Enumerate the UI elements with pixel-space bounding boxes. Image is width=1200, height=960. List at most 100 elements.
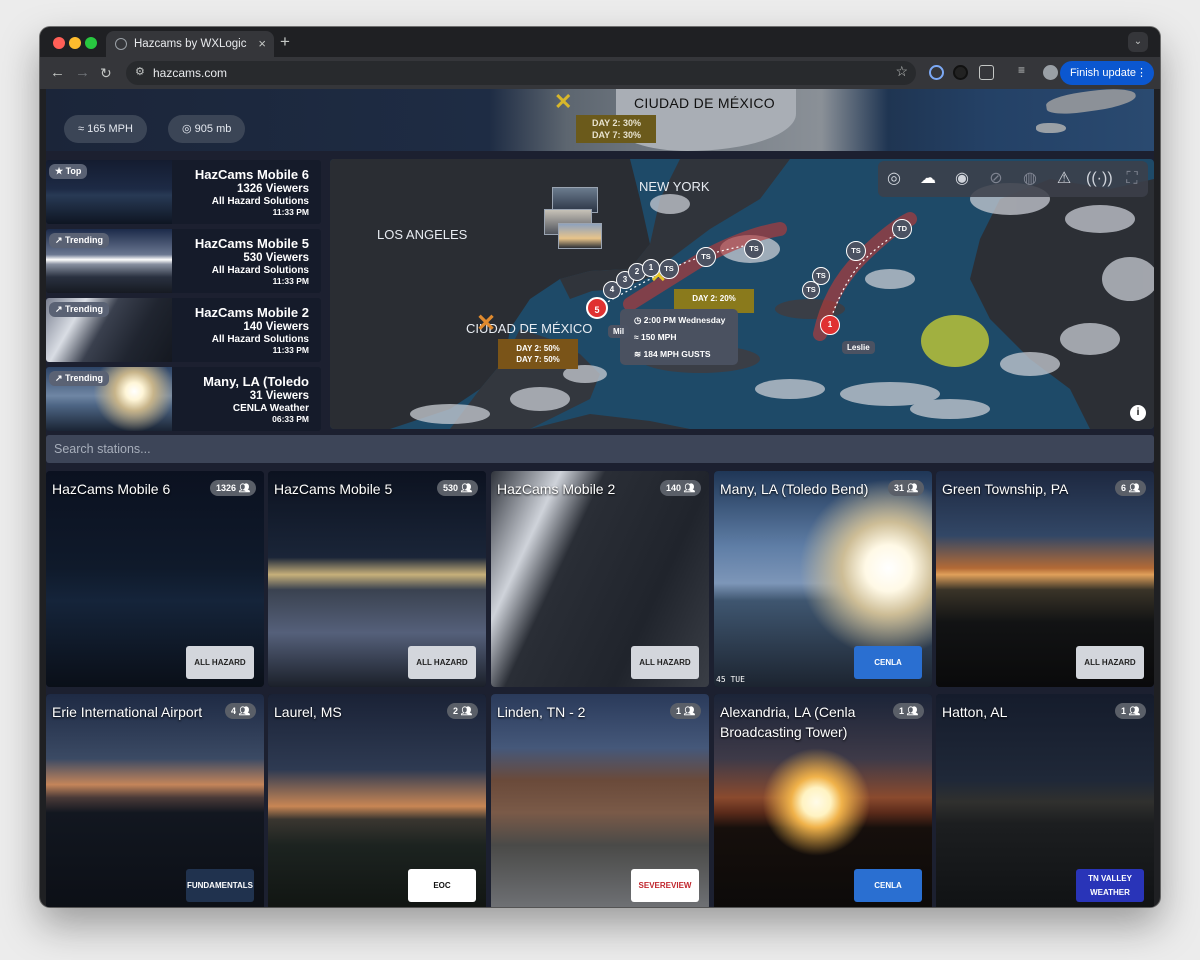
storm-marker[interactable]: TS — [659, 259, 679, 279]
finish-update-button[interactable]: Finish update ⋮ — [1059, 61, 1154, 85]
featured-badge: ↗ Trending — [49, 371, 110, 386]
address-bar[interactable]: ⚙ hazcams.com ☆ — [126, 61, 916, 85]
reading-list-icon[interactable]: ≡ — [1018, 63, 1033, 78]
station-logo: FUNDAMENTALS — [186, 869, 254, 902]
storm-name-label: Mil — [608, 325, 630, 338]
station-card[interactable]: Linden, TN - 2 1 👥︎ SEVEREVIEW — [491, 694, 709, 907]
featured-item[interactable]: ↗ Trending HazCams Mobile 5 530 Viewers … — [46, 229, 321, 293]
station-logo: ALL HAZARD — [186, 646, 254, 679]
gulf-outlook-day2: DAY 2: 20% — [692, 294, 736, 303]
extension-icon[interactable] — [929, 65, 944, 80]
search-stations-input[interactable]: Search stations... — [46, 435, 1154, 463]
dark-extension-icon[interactable] — [953, 65, 968, 80]
viewer-badge: 4 👥︎ — [225, 703, 256, 719]
browser-tab[interactable]: Hazcams by WXLogic × — [106, 31, 274, 57]
fullscreen-icon[interactable]: ⛶ — [1120, 167, 1144, 191]
viewer-badge: 140 👥︎ — [660, 480, 701, 496]
maximize-window-button[interactable] — [85, 37, 97, 49]
users-icon: 👥︎ — [460, 706, 472, 716]
tab-search-button[interactable]: ⌄ — [1128, 32, 1148, 52]
viewer-badge: 1 👥︎ — [893, 703, 924, 719]
station-card[interactable]: HazCams Mobile 5 530 👥︎ ALL HAZARD — [268, 471, 486, 687]
minimize-window-button[interactable] — [69, 37, 81, 49]
station-card[interactable]: Laurel, MS 2 👥︎ EOC — [268, 694, 486, 907]
station-logo: ALL HAZARD — [631, 646, 699, 679]
storm-wind: 150 MPH — [641, 332, 677, 342]
warning-layer-icon[interactable]: ⚠ — [1052, 167, 1076, 191]
storm-marker[interactable]: 1 — [820, 315, 840, 335]
station-card[interactable]: Hatton, AL 1 👥︎ TN VALLEY WEATHER — [936, 694, 1154, 907]
forward-icon[interactable]: → — [75, 63, 90, 83]
storm-marker[interactable]: TS — [744, 239, 764, 259]
bookmark-star-icon[interactable]: ☆ — [895, 63, 908, 80]
cuba-landmass — [1045, 89, 1137, 118]
hurricane-map[interactable]: LOS ANGELES NEW YORK CIUDAD DE MÉXICO ✕ … — [330, 159, 1154, 429]
more-menu-icon: ⋮ — [1136, 67, 1147, 79]
tab-strip: Hazcams by WXLogic × + ⌄ — [40, 27, 1160, 57]
station-card[interactable]: HazCams Mobile 2 140 👥︎ ALL HAZARD — [491, 471, 709, 687]
storm-marker[interactable]: 5 — [586, 297, 608, 319]
station-card[interactable]: HazCams Mobile 6 1326 👥︎ ALL HAZARD — [46, 471, 264, 687]
station-logo: EOC — [408, 869, 476, 902]
back-icon[interactable]: ← — [50, 63, 65, 83]
site-settings-icon[interactable]: ⚙ — [135, 65, 145, 78]
featured-item[interactable]: ↗ Trending Many, LA (Toledo 31 Viewers C… — [46, 367, 321, 431]
users-icon: 👥︎ — [1128, 706, 1140, 716]
radar-layer-icon[interactable]: ◍ — [1018, 167, 1042, 191]
station-name: Erie International Airport — [52, 704, 203, 720]
station-layer-icon[interactable]: ((·)) — [1086, 167, 1113, 191]
station-card[interactable]: Green Township, PA 6 👥︎ ALL HAZARD — [936, 471, 1154, 687]
mexico-outlook-box[interactable]: DAY 2: 50% DAY 7: 50% — [498, 339, 578, 369]
hurricane-layer-icon[interactable]: ◎ — [882, 167, 906, 191]
camera-timestamp: 45 TUE — [716, 675, 745, 684]
new-tab-button[interactable]: + — [280, 31, 290, 53]
station-card[interactable]: Many, LA (Toledo Bend) 31 👥︎ 45 TUE CENL… — [714, 471, 932, 687]
viewer-badge: 1 👥︎ — [1115, 703, 1146, 719]
featured-item[interactable]: ↗ Trending HazCams Mobile 2 140 Viewers … — [46, 298, 321, 362]
station-name: HazCams Mobile 6 — [52, 481, 171, 497]
link-layer-icon[interactable]: ⊘ — [984, 167, 1008, 191]
disturbance-x-icon: ✕ — [554, 89, 573, 114]
station-logo: SEVEREVIEW — [631, 869, 699, 902]
reload-icon[interactable]: ↻ — [100, 63, 112, 83]
info-icon[interactable]: i — [1130, 405, 1146, 421]
storm-marker[interactable]: TS — [846, 241, 866, 261]
viewer-count: 1 — [899, 706, 905, 716]
station-card[interactable]: Alexandria, LA (Cenla Broadcasting Tower… — [714, 694, 932, 907]
viewer-count: 1 — [676, 706, 682, 716]
featured-badge: ★ Top — [49, 164, 88, 179]
close-tab-icon[interactable]: × — [258, 31, 266, 57]
pressure-value: 905 mb — [194, 123, 232, 135]
storm-marker[interactable]: TD — [892, 219, 912, 239]
viewer-badge: 2 👥︎ — [447, 703, 478, 719]
storm-marker[interactable]: TS — [696, 247, 716, 267]
station-card[interactable]: Erie International Airport 4 👥︎ FUNDAMEN… — [46, 694, 264, 907]
users-icon: 👥︎ — [906, 706, 918, 716]
station-logo: ALL HAZARD — [1076, 646, 1144, 679]
cloud-layer-icon[interactable]: ☁ — [916, 167, 940, 191]
featured-viewers: 530 Viewers — [243, 252, 309, 264]
users-icon: 👥︎ — [906, 483, 918, 493]
storm-name-label: Leslie — [842, 341, 875, 354]
featured-owner: All Hazard Solutions — [211, 334, 309, 345]
wind-icon: ≈ — [78, 123, 88, 135]
map-cam-thumb[interactable] — [558, 223, 602, 249]
featured-name: HazCams Mobile 2 — [194, 305, 309, 320]
browser-toolbar: ← → ↻ ⚙ hazcams.com ☆ ≡ Finish update ⋮ — [40, 57, 1160, 89]
station-name: HazCams Mobile 2 — [497, 481, 616, 497]
pressure-icon: ◎ — [182, 123, 195, 135]
top-map-strip[interactable]: ≈ 165 MPH ◎ 905 mb ✕ CIUDAD DE MÉXICO DA… — [46, 89, 1154, 151]
puzzle-icon[interactable] — [979, 65, 994, 80]
storm-layer-icon[interactable]: ◉ — [950, 167, 974, 191]
top-outlook-box: DAY 2: 30% DAY 7: 30% — [576, 115, 656, 143]
featured-item[interactable]: ★ Top HazCams Mobile 6 1326 Viewers All … — [46, 160, 321, 224]
storm-marker[interactable]: 1 — [642, 259, 660, 277]
webcam-thumbnail-cluster[interactable] — [544, 187, 604, 251]
station-logo: CENLA WEATHER — [854, 646, 922, 679]
close-window-button[interactable] — [53, 37, 65, 49]
outlook-day7: DAY 7: 30% — [592, 130, 642, 140]
featured-owner: All Hazard Solutions — [211, 196, 309, 207]
storm-marker[interactable]: TS — [812, 267, 830, 285]
avatar[interactable] — [1043, 65, 1058, 80]
viewer-count: 4 — [231, 706, 237, 716]
